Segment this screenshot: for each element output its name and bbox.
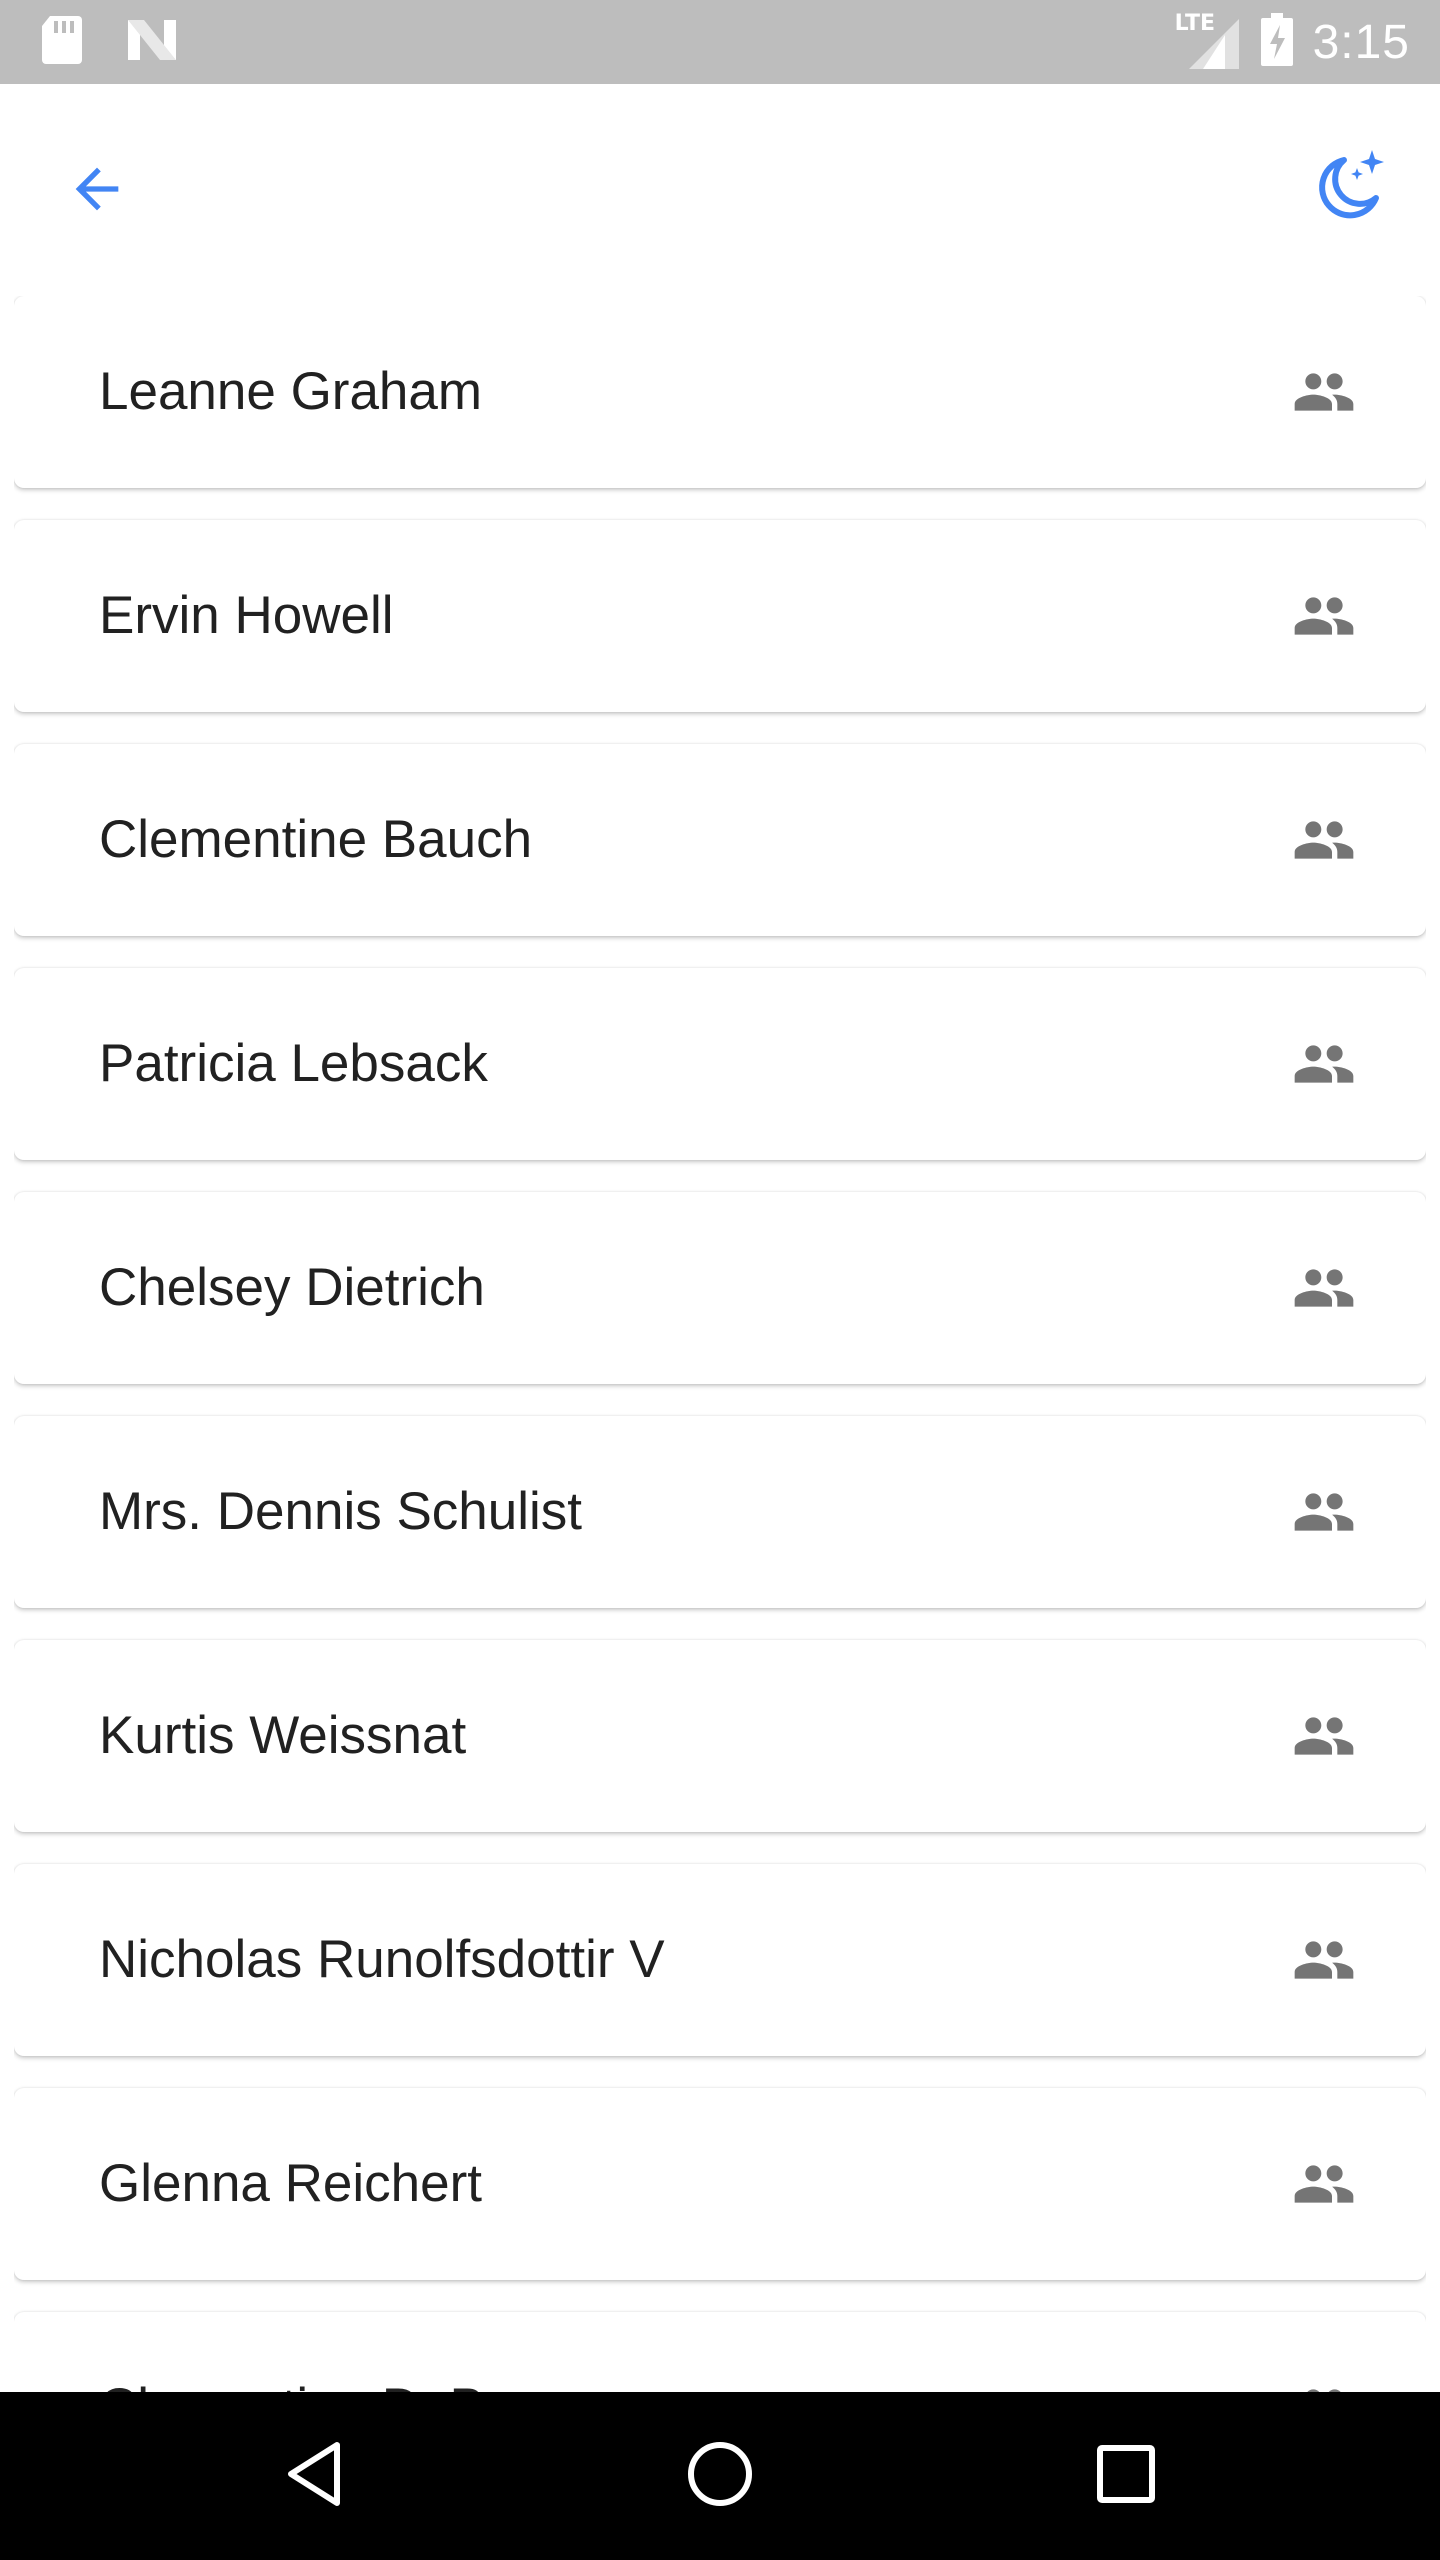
home-circle-icon bbox=[685, 2439, 755, 2514]
status-bar: LTE 3:15 bbox=[0, 0, 1440, 84]
group-icon[interactable] bbox=[1284, 2376, 1364, 2392]
user-card[interactable]: Leanne Graham bbox=[14, 296, 1426, 488]
user-name: Mrs. Dennis Schulist bbox=[99, 1482, 583, 1541]
group-icon[interactable] bbox=[1284, 1032, 1364, 1096]
user-card[interactable]: Clementina DuBuque bbox=[14, 2312, 1426, 2392]
user-name: Glenna Reichert bbox=[99, 2154, 482, 2213]
status-left-icons bbox=[40, 14, 180, 71]
app-bar bbox=[0, 84, 1440, 280]
nav-back-button[interactable] bbox=[256, 2416, 376, 2536]
night-mode-icon bbox=[1310, 148, 1390, 233]
navigation-bar bbox=[0, 2392, 1440, 2560]
nav-recents-button[interactable] bbox=[1066, 2416, 1186, 2536]
group-icon[interactable] bbox=[1284, 808, 1364, 872]
group-icon[interactable] bbox=[1284, 360, 1364, 424]
arrow-back-icon bbox=[65, 157, 129, 226]
user-name: Kurtis Weissnat bbox=[99, 1706, 467, 1765]
user-card[interactable]: Ervin Howell bbox=[14, 520, 1426, 712]
nav-home-button[interactable] bbox=[660, 2416, 780, 2536]
sd-card-icon bbox=[40, 14, 84, 71]
back-button[interactable] bbox=[52, 146, 142, 236]
user-name: Clementine Bauch bbox=[99, 810, 533, 869]
user-card[interactable]: Chelsey Dietrich bbox=[14, 1192, 1426, 1384]
user-card[interactable]: Glenna Reichert bbox=[14, 2088, 1426, 2280]
recents-square-icon bbox=[1091, 2439, 1161, 2514]
battery-charging-icon bbox=[1259, 12, 1295, 72]
group-icon[interactable] bbox=[1284, 1480, 1364, 1544]
user-card[interactable]: Patricia Lebsack bbox=[14, 968, 1426, 1160]
group-icon[interactable] bbox=[1284, 1704, 1364, 1768]
user-card[interactable]: Mrs. Dennis Schulist bbox=[14, 1416, 1426, 1608]
n-notification-icon bbox=[124, 18, 180, 67]
user-name: Leanne Graham bbox=[99, 362, 483, 421]
user-name: Patricia Lebsack bbox=[99, 1034, 488, 1093]
back-triangle-icon bbox=[281, 2439, 351, 2514]
lte-signal-icon: LTE bbox=[1175, 11, 1241, 71]
user-name: Nicholas Runolfsdottir V bbox=[99, 1930, 665, 1989]
user-card[interactable]: Clementine Bauch bbox=[14, 744, 1426, 936]
user-card[interactable]: Nicholas Runolfsdottir V bbox=[14, 1864, 1426, 2056]
user-name: Chelsey Dietrich bbox=[99, 1258, 485, 1317]
user-card[interactable]: Kurtis Weissnat bbox=[14, 1640, 1426, 1832]
user-list[interactable]: Leanne Graham Ervin Howell Clementine Bauc… bbox=[14, 296, 1426, 2392]
group-icon[interactable] bbox=[1284, 1928, 1364, 1992]
night-mode-button[interactable] bbox=[1300, 140, 1400, 240]
status-right-icons: LTE 3:15 bbox=[1175, 10, 1410, 74]
group-icon[interactable] bbox=[1284, 584, 1364, 648]
group-icon[interactable] bbox=[1284, 1256, 1364, 1320]
group-icon[interactable] bbox=[1284, 2152, 1364, 2216]
user-name: Clementina DuBuque bbox=[99, 2312, 603, 2392]
user-name: Ervin Howell bbox=[99, 586, 394, 645]
status-time: 3:15 bbox=[1312, 15, 1410, 69]
